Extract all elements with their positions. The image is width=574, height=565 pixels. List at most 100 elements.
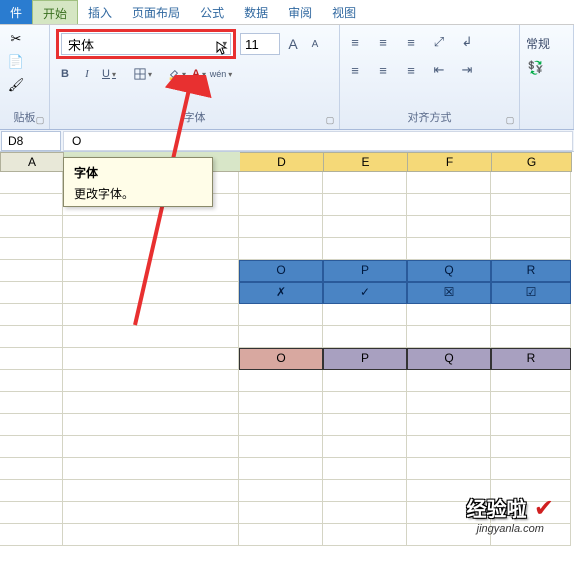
cell[interactable] [63,282,239,304]
align-right-icon[interactable]: ≡ [402,61,420,79]
cell[interactable] [0,502,63,524]
align-bottom-icon[interactable]: ≡ [402,33,420,51]
decrease-indent-icon[interactable]: ⇤ [430,61,448,79]
selected-cell[interactable]: Q [407,348,491,370]
col-header-g[interactable]: G [492,152,572,172]
cell[interactable]: Q [407,260,491,282]
cell[interactable] [0,326,63,348]
align-top-icon[interactable]: ≡ [346,33,364,51]
grow-font-button[interactable]: A [284,35,302,53]
cell[interactable] [239,414,323,436]
cell[interactable] [63,524,239,546]
cell[interactable] [239,304,323,326]
cell[interactable] [407,238,491,260]
font-dialog-launcher[interactable]: ▢ [323,113,337,127]
cell[interactable] [323,458,407,480]
cell[interactable] [491,238,571,260]
cell[interactable] [323,304,407,326]
selected-cell[interactable]: O [239,348,323,370]
cell[interactable] [63,304,239,326]
phonetic-button[interactable]: wén [212,65,230,83]
italic-button[interactable]: I [78,65,96,83]
wrap-text-icon[interactable]: ↲ [458,33,476,51]
cell[interactable] [63,502,239,524]
cell[interactable] [63,370,239,392]
fill-color-button[interactable] [168,65,186,83]
cell[interactable] [239,436,323,458]
cell[interactable] [0,370,63,392]
cell[interactable] [63,480,239,502]
cell[interactable] [323,326,407,348]
font-size-input[interactable] [240,33,280,55]
cell[interactable] [0,282,63,304]
cell[interactable] [239,370,323,392]
cell[interactable] [63,436,239,458]
font-color-button[interactable]: A [190,65,208,83]
cell[interactable] [0,216,63,238]
cell[interactable] [0,392,63,414]
underline-button[interactable]: U [100,65,118,83]
cell[interactable] [239,458,323,480]
cell[interactable] [407,172,491,194]
tab-file[interactable]: 件 [0,0,32,24]
cell[interactable] [0,348,63,370]
cell[interactable] [63,326,239,348]
cell[interactable] [407,216,491,238]
tab-insert[interactable]: 插入 [78,0,122,24]
cell[interactable] [323,172,407,194]
font-name-dropdown-icon[interactable]: ▾ [222,39,227,50]
cell[interactable]: R [491,260,571,282]
cell[interactable]: ✗ [239,282,323,304]
orientation-icon[interactable]: ⤢ [430,33,448,51]
cell[interactable]: P [323,260,407,282]
cell[interactable] [491,194,571,216]
col-header-a[interactable]: A [0,152,64,172]
cell[interactable] [63,216,239,238]
cell[interactable] [0,436,63,458]
name-box[interactable]: D8 [1,131,61,151]
cell[interactable] [0,414,63,436]
col-header-d[interactable]: D [240,152,324,172]
cell[interactable] [491,304,571,326]
cell[interactable] [491,326,571,348]
cell[interactable] [407,326,491,348]
font-name-input[interactable] [61,33,231,55]
cell[interactable] [407,304,491,326]
tab-formulas[interactable]: 公式 [190,0,234,24]
cell[interactable] [407,458,491,480]
cell[interactable] [239,480,323,502]
align-left-icon[interactable]: ≡ [346,61,364,79]
number-format-label[interactable]: 常规 [526,35,567,52]
cell[interactable]: ☒ [407,282,491,304]
cell[interactable] [63,238,239,260]
cell[interactable] [323,216,407,238]
spreadsheet-grid[interactable]: A D E F G O P Q R ✗ ✓ ☒ ☑ O P Q R [0,152,574,546]
cell[interactable] [323,392,407,414]
tab-layout[interactable]: 页面布局 [122,0,190,24]
align-middle-icon[interactable]: ≡ [374,33,392,51]
cell[interactable] [239,392,323,414]
formula-bar[interactable]: O [63,131,573,151]
cell[interactable] [323,370,407,392]
cell[interactable] [239,238,323,260]
cell[interactable] [407,194,491,216]
cell[interactable]: ☑ [491,282,571,304]
col-header-f[interactable]: F [408,152,492,172]
cell[interactable] [407,370,491,392]
cell[interactable] [0,194,63,216]
clipboard-dialog-launcher[interactable]: ▢ [33,113,47,127]
cell[interactable] [239,326,323,348]
cell[interactable] [239,172,323,194]
cell[interactable] [0,260,63,282]
cell[interactable] [0,524,63,546]
increase-indent-icon[interactable]: ⇥ [458,61,476,79]
format-painter-icon[interactable]: 🖌 [6,75,26,95]
align-dialog-launcher[interactable]: ▢ [503,113,517,127]
selected-cell[interactable]: R [491,348,571,370]
cell[interactable] [491,172,571,194]
bold-button[interactable]: B [56,65,74,83]
copy-icon[interactable]: 📄 [6,52,26,72]
tab-view[interactable]: 视图 [322,0,366,24]
cell[interactable] [0,304,63,326]
cell[interactable] [0,480,63,502]
